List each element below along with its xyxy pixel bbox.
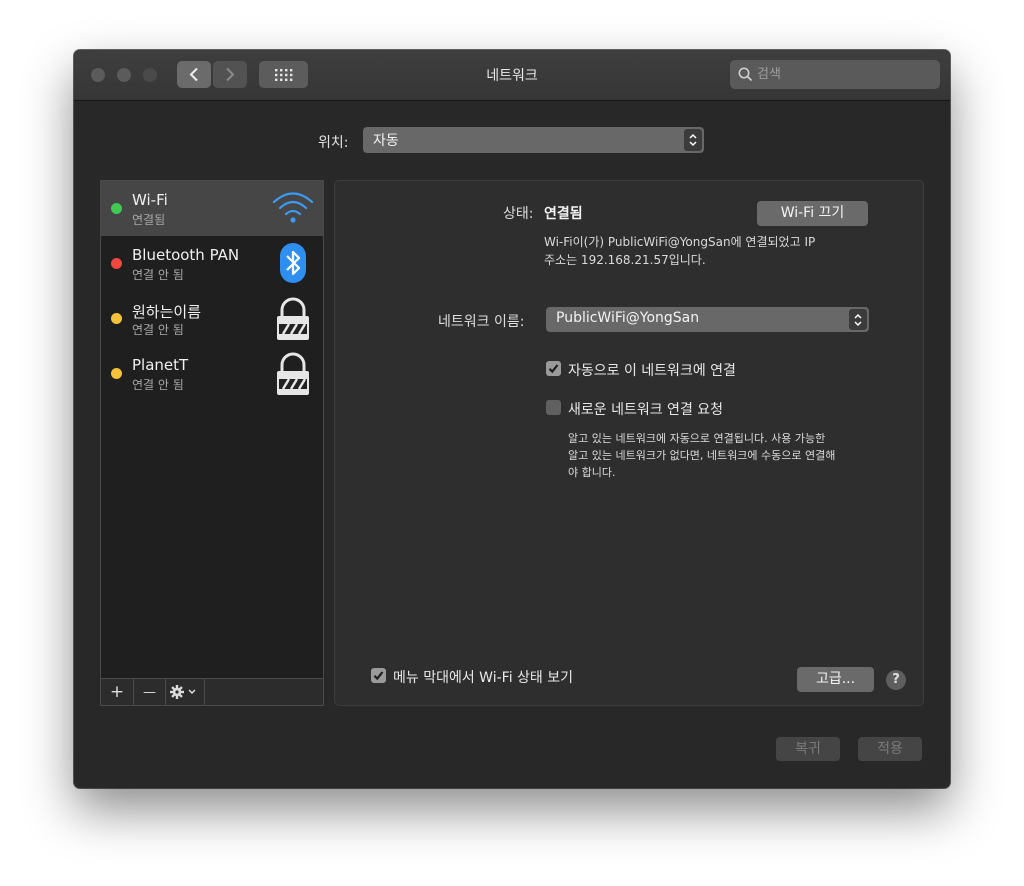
network-name-value: PublicWiFi@YongSan <box>556 310 700 326</box>
search-icon <box>738 67 753 82</box>
checkmark-icon <box>373 671 384 681</box>
search-field[interactable] <box>730 60 940 89</box>
service-status: 연결 안 됨 <box>132 268 184 282</box>
service-status: 연결됨 <box>132 213 166 227</box>
lock-icon <box>277 352 309 395</box>
service-item-planett[interactable]: PlanetT 연결 안 됨 <box>101 346 323 401</box>
wifi-off-button[interactable]: Wi-Fi 끄기 <box>757 201 868 226</box>
service-item-wifi[interactable]: Wi-Fi 연결됨 <box>101 181 323 236</box>
location-label: 위치: <box>318 135 349 151</box>
updown-arrows-icon <box>684 129 702 151</box>
service-list-toolbar: + — <box>101 678 323 705</box>
revert-button[interactable]: 복귀 <box>776 737 840 761</box>
service-item-bluetooth-pan[interactable]: Bluetooth PAN 연결 안 됨 <box>101 236 323 291</box>
service-list: Wi-Fi 연결됨 Bluetooth PAN 연결 안 됨 원하는이름 연결 … <box>100 180 324 706</box>
status-description-ip: 주소는 192.168.21.57입니다. <box>544 253 706 267</box>
menu-bar-status-label[interactable]: 메뉴 막대에서 Wi-Fi 상태 보기 <box>393 667 573 687</box>
wifi-detail-pane: 상태: 연결됨 Wi-Fi 끄기 Wi-Fi이(가) PublicWiFi@Yo… <box>334 180 924 706</box>
advanced-button[interactable]: 고급... <box>797 667 874 692</box>
title-bar: 네트워크 <box>74 50 950 101</box>
location-value: 자동 <box>373 133 399 149</box>
status-label: 상태: <box>503 206 534 222</box>
auto-join-label[interactable]: 자동으로 이 네트워크에 연결 <box>568 360 736 380</box>
search-input[interactable] <box>757 60 932 89</box>
service-status: 연결 안 됨 <box>132 323 184 337</box>
help-button[interactable]: ? <box>886 670 906 690</box>
status-dot <box>111 203 122 214</box>
apply-button[interactable]: 적용 <box>858 737 922 761</box>
ask-join-description-2: 알고 있는 네트워크가 없다면, 네트워크에 수동으로 연결해 <box>568 449 836 462</box>
ask-join-checkbox[interactable] <box>546 400 561 415</box>
network-preferences-window: 네트워크 위치: 자동 Wi-Fi 연결됨 <box>74 50 950 788</box>
status-value: 연결됨 <box>544 206 583 222</box>
checkmark-icon <box>548 364 559 374</box>
network-name-popup[interactable]: PublicWiFi@YongSan <box>546 307 869 332</box>
chevron-down-icon <box>188 689 196 695</box>
ask-join-description-3: 야 합니다. <box>568 466 616 479</box>
service-name: PlanetT <box>132 356 189 374</box>
network-name-label: 네트워크 이름: <box>438 314 525 330</box>
lock-icon <box>277 297 309 340</box>
status-dot <box>111 313 122 324</box>
service-item-custom[interactable]: 원하는이름 연결 안 됨 <box>101 291 323 346</box>
status-description: Wi-Fi이(가) PublicWiFi@YongSan에 연결되었고 IP <box>544 235 816 249</box>
service-name: 원하는이름 <box>132 303 202 321</box>
service-name: Wi-Fi <box>132 191 168 209</box>
gear-icon <box>170 685 196 699</box>
service-name: Bluetooth PAN <box>132 246 240 264</box>
menu-bar-status-checkbox[interactable] <box>371 668 386 683</box>
remove-service-button[interactable]: — <box>134 679 166 705</box>
add-service-button[interactable]: + <box>101 679 134 705</box>
status-dot <box>111 258 122 269</box>
bluetooth-icon <box>280 243 306 283</box>
updown-arrows-icon <box>849 309 867 330</box>
action-menu-button[interactable] <box>166 679 205 705</box>
ask-join-label[interactable]: 새로운 네트워크 연결 요청 <box>568 399 723 419</box>
ask-join-description: 알고 있는 네트워크에 자동으로 연결됩니다. 사용 가능한 <box>568 432 826 445</box>
location-popup[interactable]: 자동 <box>363 127 704 153</box>
service-status: 연결 안 됨 <box>132 378 184 392</box>
status-dot <box>111 368 122 379</box>
wifi-icon <box>272 192 314 223</box>
auto-join-checkbox[interactable] <box>546 361 561 376</box>
